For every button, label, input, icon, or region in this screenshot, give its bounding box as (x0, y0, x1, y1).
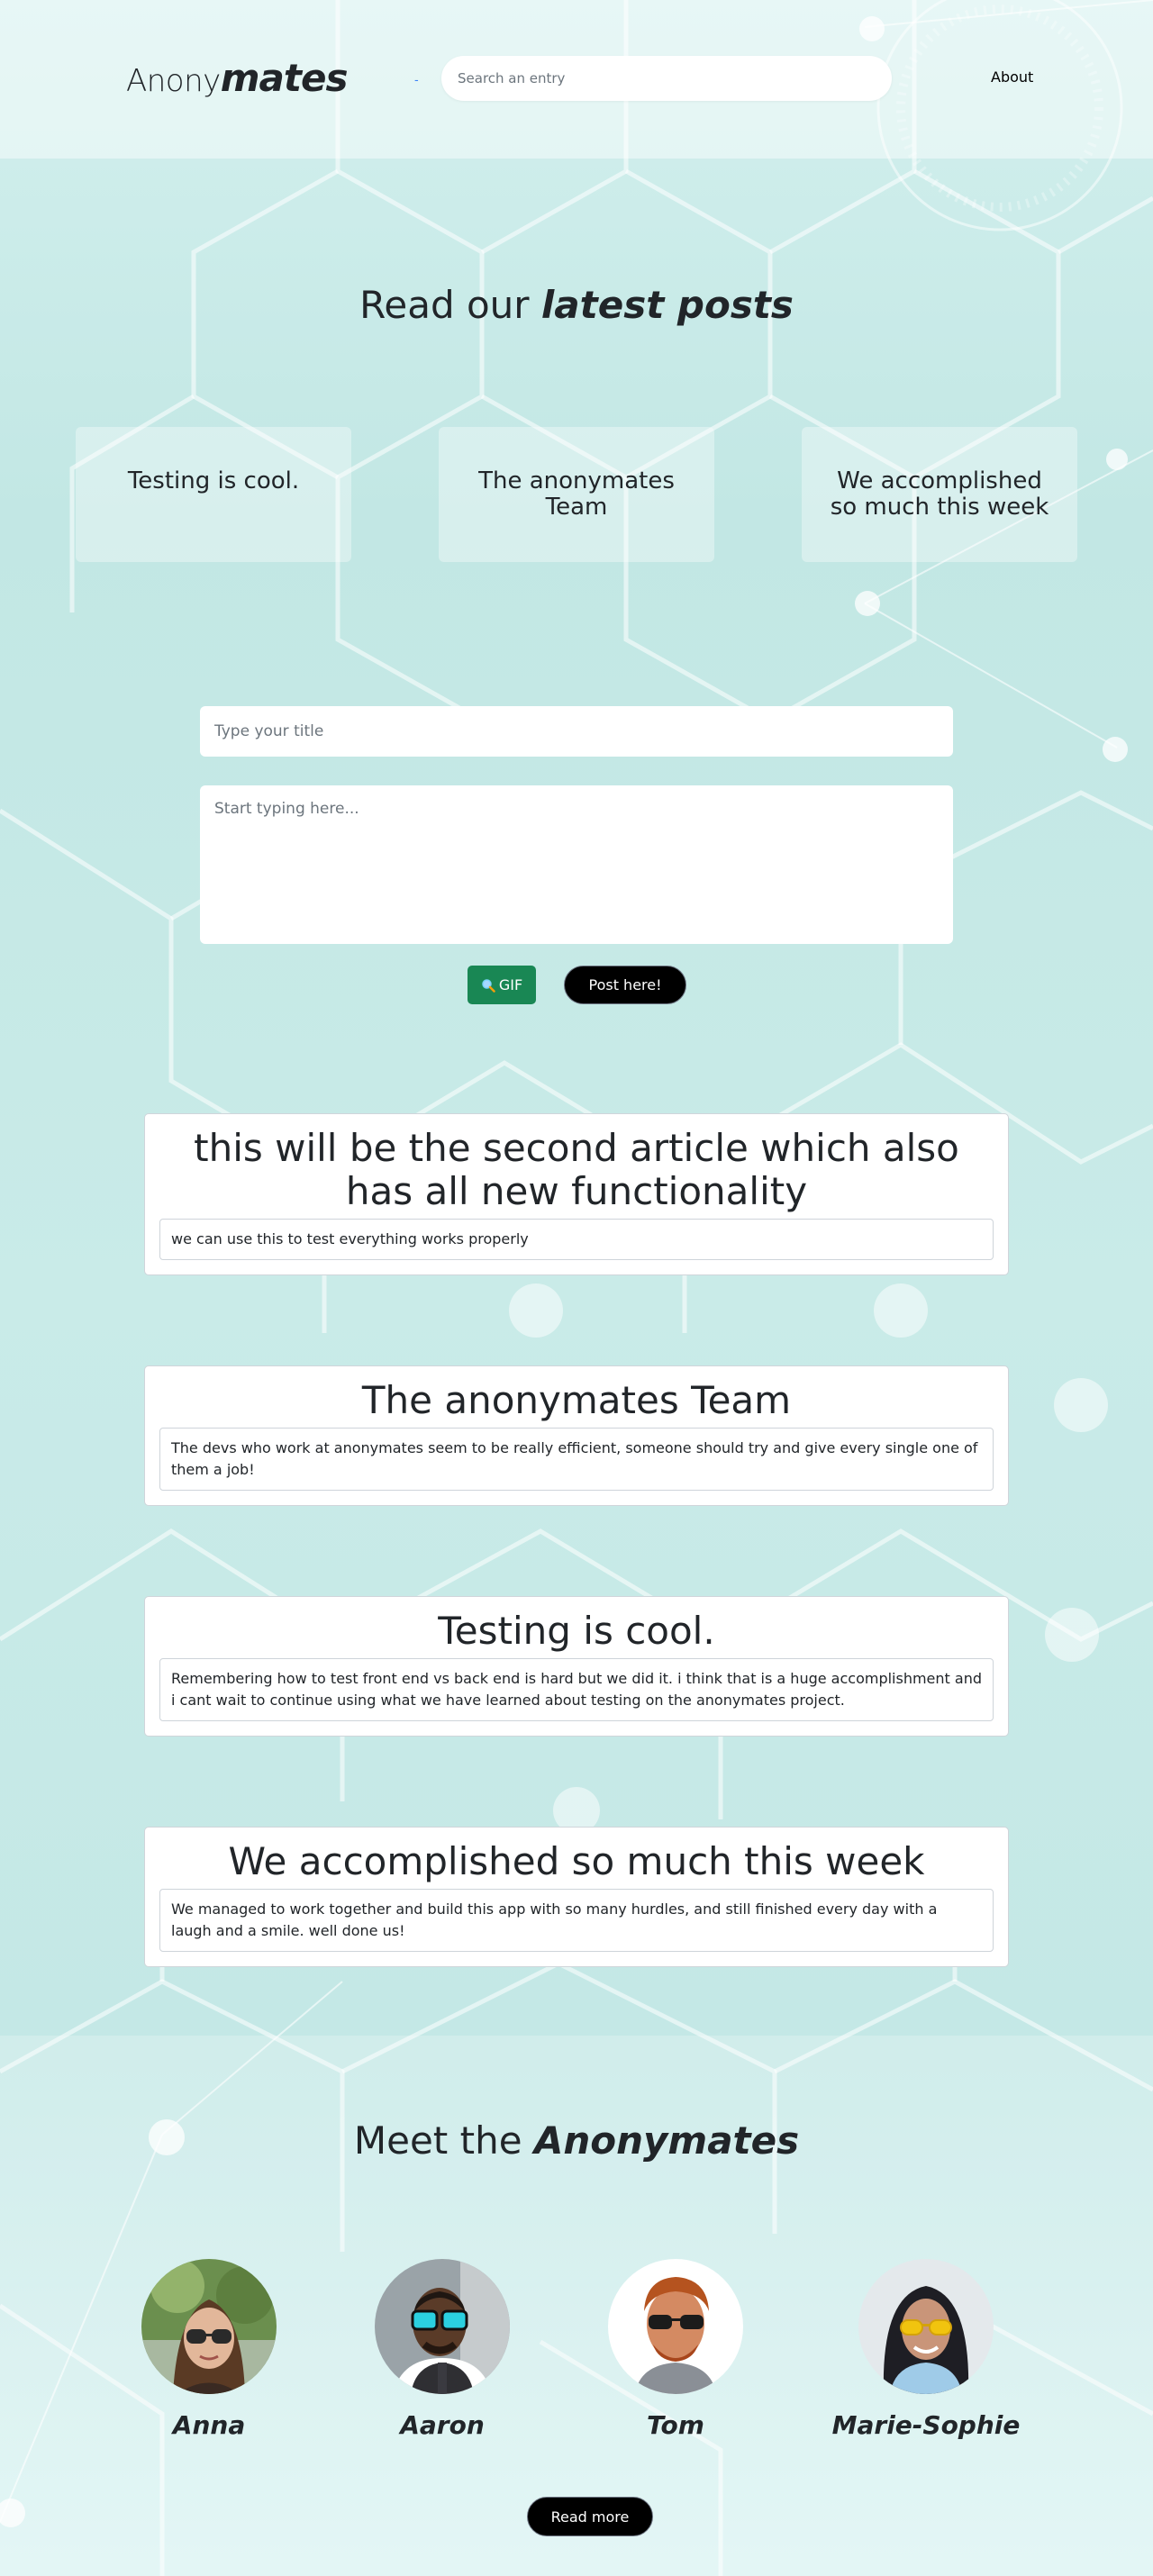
article-body: Remembering how to test front end vs bac… (159, 1658, 994, 1721)
read-more-button[interactable]: Read more (527, 2497, 653, 2536)
post-submit-button[interactable]: Post here! (564, 966, 686, 1004)
article-card: this will be the second article which al… (144, 1113, 1009, 1275)
gif-button-label: GIF (498, 976, 523, 993)
member-name: Marie-Sophie (831, 2410, 1021, 2440)
post-body-textarea[interactable] (200, 785, 953, 944)
latest-post-title: The anonymates Team (478, 467, 675, 521)
logo-bold-text: mates (220, 56, 349, 100)
latest-title-emphasis: latest posts (540, 283, 794, 327)
article-body: The devs who work at anonymates seem to … (159, 1428, 994, 1491)
article-card: Testing is cool. Remembering how to test… (144, 1596, 1009, 1737)
latest-post-card[interactable]: We accomplished so much this week (802, 427, 1077, 562)
article-title: We accomplished so much this week (228, 1839, 925, 1883)
article-title: The anonymates Team (361, 1378, 792, 1422)
search-input[interactable] (441, 56, 892, 101)
member-name: Tom (647, 2410, 704, 2440)
article-body: We managed to work together and build th… (159, 1889, 994, 1952)
latest-post-card[interactable]: Testing is cool. (76, 427, 351, 562)
post-title-input[interactable] (200, 706, 953, 757)
latest-post-title: Testing is cool. (127, 467, 300, 494)
article-card: We accomplished so much this week We man… (144, 1827, 1009, 1967)
magnifier-icon (482, 978, 495, 993)
latest-post-title: We accomplished so much this week (830, 467, 1049, 521)
site-logo[interactable]: Anonymates (126, 56, 349, 104)
empty-nav-link[interactable]: - (414, 74, 419, 87)
article-title: Testing is cool. (438, 1609, 715, 1653)
avatar (375, 2259, 510, 2394)
nav-about-link[interactable]: About (991, 68, 1033, 86)
team-title-plain: Meet the (353, 2118, 534, 2163)
gif-button[interactable]: GIF (468, 966, 536, 1004)
logo-light-text: Anony (126, 63, 221, 99)
team-member: Anna (110, 2259, 308, 2440)
avatar (608, 2259, 743, 2394)
team-title-emphasis: Anonymates (533, 2118, 800, 2163)
team-title: Meet the Anonymates (0, 2118, 1153, 2163)
article-card: The anonymates Team The devs who work at… (144, 1365, 1009, 1506)
site-header: Anonymates - About (0, 0, 1153, 159)
member-name: Anna (172, 2410, 246, 2440)
article-body: we can use this to test everything works… (159, 1219, 994, 1260)
latest-posts-title: Read our latest posts (0, 283, 1153, 327)
article-title: this will be the second article which al… (194, 1126, 959, 1213)
avatar (858, 2259, 994, 2394)
member-name: Aaron (400, 2410, 485, 2440)
avatar (141, 2259, 277, 2394)
latest-post-card[interactable]: The anonymates Team (439, 427, 714, 562)
team-member: Tom (576, 2259, 775, 2440)
team-member: Aaron (343, 2259, 541, 2440)
latest-title-plain: Read our (359, 283, 541, 327)
team-member: Marie-Sophie (827, 2259, 1025, 2440)
